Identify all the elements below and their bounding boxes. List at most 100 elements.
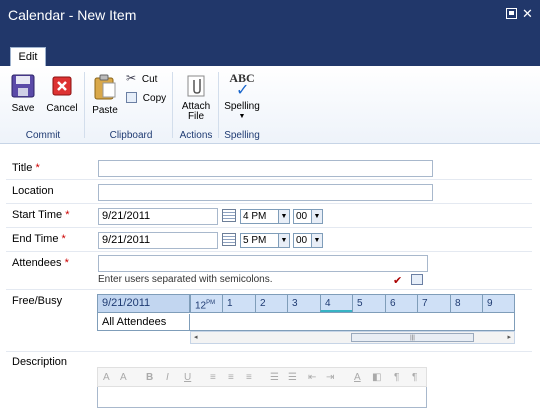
underline-icon[interactable]: U (184, 371, 191, 384)
numbered-list-icon[interactable]: ☰ (270, 371, 279, 384)
cut-button[interactable]: ✂ Cut (126, 71, 157, 85)
freebusy-hour: 3 (287, 295, 320, 312)
chevron-down-icon: ▼ (278, 234, 289, 247)
spelling-label: Spelling (224, 101, 260, 112)
freebusy-header: 9/21/2011 12PM 1 2 3 4 5 6 7 8 9 (98, 295, 514, 313)
group-commit: Commit (25, 130, 61, 141)
attendees-input[interactable] (98, 255, 428, 272)
end-minute-select[interactable]: 00 ▼ (293, 233, 323, 248)
align-right-icon[interactable]: ≡ (246, 371, 252, 384)
font-size-icon[interactable]: A (120, 371, 127, 384)
paperclip-icon (187, 75, 205, 97)
title-input[interactable] (98, 160, 433, 177)
freebusy-hour: 2 (255, 295, 287, 312)
title-label: Title * (12, 162, 40, 174)
end-date-input[interactable]: 9/21/2011 (98, 232, 218, 249)
increase-indent-icon[interactable]: ⇥ (326, 371, 334, 384)
freebusy-hour: 5 (352, 295, 385, 312)
ribbon-divider (84, 72, 85, 138)
copy-button[interactable]: Copy (126, 92, 166, 106)
spelling-check-icon: ABC ✓ (222, 72, 262, 100)
location-label: Location (12, 185, 54, 197)
group-actions: Actions (179, 130, 213, 141)
chevron-down-icon: ▼ (311, 234, 322, 247)
copy-label: Copy (142, 93, 167, 104)
description-editor[interactable] (97, 387, 427, 408)
address-book-icon[interactable] (411, 274, 423, 285)
rich-text-toolbar: A A B I U ≡ ≡ ≡ ☰ ☰ ⇤ ⇥ A ◧ ¶ ¶ (97, 367, 427, 387)
scroll-right-icon[interactable]: ▸ (507, 332, 511, 343)
checkmark-icon: ✓ (236, 82, 250, 99)
window-title: Calendar - New Item (8, 7, 137, 23)
ribbon: Save Cancel Commit Paste ✂ Cut Copy Clip… (0, 66, 540, 144)
calendar-icon[interactable] (222, 209, 236, 222)
freebusy-hour: 6 (385, 295, 417, 312)
tab-edit[interactable]: Edit (10, 47, 46, 67)
freebusy-hour: 4 (320, 295, 352, 312)
bold-icon[interactable]: B (146, 371, 153, 384)
cancel-button[interactable]: Cancel (44, 74, 80, 114)
freebusy-hour-noon: 12PM (190, 295, 222, 312)
spelling-button[interactable]: ABC ✓ Spelling ▼ (222, 72, 262, 122)
ribbon-tabstrip: Edit (0, 32, 540, 67)
calendar-icon[interactable] (222, 233, 236, 246)
ribbon-divider (218, 72, 219, 138)
rtl-icon[interactable]: ¶ (412, 371, 417, 384)
check-names-icon[interactable]: ✔ (393, 274, 402, 287)
start-minute-select[interactable]: 00 ▼ (293, 209, 323, 224)
cancel-icon (52, 76, 72, 96)
text-color-icon[interactable]: A (354, 371, 361, 384)
ribbon-divider (172, 72, 173, 138)
location-input[interactable] (98, 184, 433, 201)
align-center-icon[interactable]: ≡ (228, 371, 234, 384)
start-hour-select[interactable]: 4 PM ▼ (240, 209, 290, 224)
attach-label-file: File (187, 111, 205, 122)
bullet-list-icon[interactable]: ☰ (288, 371, 297, 384)
ltr-icon[interactable]: ¶ (394, 371, 399, 384)
all-attendees-row: All Attendees (98, 314, 190, 330)
start-time-row: Start Time * 9/21/2011 4 PM ▼ 00 ▼ (6, 204, 532, 228)
paste-label: Paste (92, 105, 118, 116)
save-button[interactable]: Save (6, 74, 40, 114)
paste-button[interactable]: Paste (90, 74, 120, 116)
freebusy-hour: 9 (482, 295, 514, 312)
scroll-left-icon[interactable]: ◂ (194, 332, 198, 343)
freebusy-hour: 8 (450, 295, 482, 312)
font-icon[interactable]: A (103, 371, 110, 384)
attendees-label: Attendees * (12, 257, 69, 269)
decrease-indent-icon[interactable]: ⇤ (308, 371, 316, 384)
cancel-label: Cancel (46, 103, 78, 114)
chevron-down-icon: ▼ (238, 113, 246, 120)
end-hour-select[interactable]: 5 PM ▼ (240, 233, 290, 248)
scissors-icon: ✂ (126, 71, 137, 85)
background-color-icon[interactable]: ◧ (372, 371, 381, 384)
align-left-icon[interactable]: ≡ (210, 371, 216, 384)
restore-icon[interactable] (506, 8, 517, 19)
group-clipboard: Clipboard (109, 130, 153, 141)
description-label: Description (12, 356, 68, 368)
end-time-row: End Time * 9/21/2011 5 PM ▼ 00 ▼ (6, 228, 532, 252)
scrollbar-thumb[interactable]: ||| (351, 333, 474, 342)
item-form: Title * Location Start Time * 9/21/2011 … (0, 146, 540, 408)
save-label: Save (11, 103, 35, 114)
freebusy-hour: 1 (222, 295, 255, 312)
group-spelling: Spelling (224, 130, 260, 141)
chevron-down-icon: ▼ (278, 210, 289, 223)
italic-icon[interactable]: I (166, 371, 169, 384)
end-time-label: End Time * (12, 233, 66, 245)
copy-icon (126, 92, 137, 103)
chevron-down-icon: ▼ (311, 210, 322, 223)
clipboard-icon (94, 74, 116, 100)
start-time-label: Start Time * (12, 209, 70, 221)
start-date-input[interactable]: 9/21/2011 (98, 208, 218, 225)
attach-file-button[interactable]: Attach File (178, 74, 214, 122)
location-row: Location (6, 180, 532, 204)
close-icon[interactable]: ✕ (522, 7, 533, 20)
title-bar: Calendar - New Item ✕ (0, 0, 540, 32)
freebusy-date: 9/21/2011 (98, 295, 190, 312)
calendar-new-item-window: Calendar - New Item ✕ Edit Save Cancel C… (0, 0, 540, 408)
freebusy-scrollbar[interactable]: ◂ ||| ▸ (190, 331, 515, 344)
cut-label: Cut (141, 74, 158, 85)
freebusy-label: Free/Busy (12, 295, 63, 307)
attendees-row: Attendees * Enter users separated with s… (6, 252, 532, 290)
